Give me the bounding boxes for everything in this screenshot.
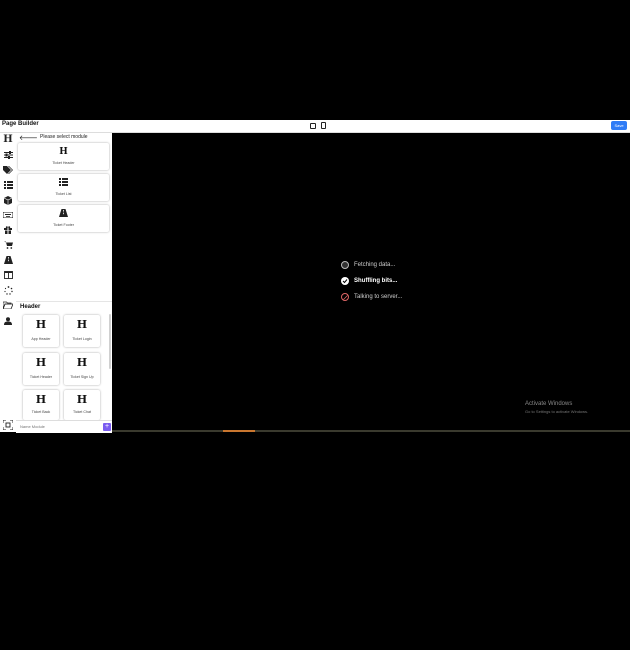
- header-card-label: Ticket Chat: [72, 410, 92, 414]
- header-card-ticket-login[interactable]: H Ticket Login: [64, 315, 100, 347]
- loading-step-fetching: Fetching data...: [341, 260, 395, 270]
- top-bar: Page Builder Save: [0, 120, 630, 133]
- header-h-icon: H: [35, 393, 47, 406]
- loading-step-talking: Talking to server...: [341, 292, 402, 302]
- pending-check-icon: [341, 261, 349, 269]
- loading-text: Fetching data...: [354, 262, 396, 268]
- module-card-ticket-list[interactable]: Ticket List: [18, 174, 109, 201]
- list-icon: [18, 178, 109, 189]
- header-h-icon: H: [76, 393, 88, 406]
- module-label: Ticket List: [55, 192, 72, 196]
- activate-windows-subtitle: Go to Settings to activate Windows.: [525, 409, 589, 414]
- spinner-icon[interactable]: [3, 285, 13, 295]
- name-module-bar: +: [16, 420, 112, 433]
- header-h-icon: H: [76, 356, 88, 369]
- module-panel: 🡐 Please select module H Ticket Header T…: [16, 133, 112, 433]
- cube-icon[interactable]: [3, 195, 13, 205]
- qr-scan-icon[interactable]: [2, 419, 14, 431]
- sliders-icon[interactable]: [3, 150, 13, 160]
- header-card-ticket-header[interactable]: H Ticket Header: [23, 353, 59, 385]
- loading-text: Talking to server...: [354, 294, 403, 300]
- section-header: Header: [16, 301, 112, 312]
- user-icon[interactable]: [3, 316, 13, 326]
- keyboard-icon[interactable]: [3, 210, 13, 220]
- cart-icon[interactable]: [3, 240, 13, 250]
- loading-step-shuffling: Shuffling bits...: [341, 276, 397, 286]
- tablet-icon[interactable]: [310, 123, 316, 129]
- header-card-label: Ticket Header: [29, 375, 53, 379]
- error-circle-icon: [341, 293, 349, 301]
- gift-icon[interactable]: [3, 225, 13, 235]
- header-card-label: App Header: [31, 337, 51, 341]
- mobile-icon[interactable]: [321, 122, 326, 129]
- road-icon: [18, 209, 109, 220]
- header-h-icon: H: [35, 356, 47, 369]
- header-card-ticket-chat[interactable]: H Ticket Chat: [64, 390, 100, 420]
- app-title: Page Builder: [2, 121, 39, 127]
- page-builder-app: Page Builder Save H 🡐 Please select modu…: [0, 120, 630, 433]
- name-module-input[interactable]: [18, 422, 106, 431]
- module-label: Ticket Header: [52, 161, 75, 165]
- taskbar-strip: [112, 430, 630, 432]
- header-card-ticket-back[interactable]: H Ticket Back: [23, 390, 59, 420]
- header-h-icon: H: [35, 318, 47, 331]
- activate-windows-title: Activate Windows: [525, 401, 573, 407]
- loading-text: Shuffling bits...: [354, 278, 398, 284]
- preview-canvas: Fetching data... Shuffling bits... Talki…: [112, 133, 630, 431]
- header-card-label: Ticket Back: [31, 410, 51, 414]
- add-module-button[interactable]: +: [103, 423, 111, 431]
- header-h-icon: H: [59, 147, 68, 157]
- header-card-label: Ticket Login: [72, 337, 92, 341]
- check-circle-icon: [341, 277, 349, 285]
- module-label: Ticket Footer: [53, 223, 74, 227]
- header-h-icon[interactable]: H: [3, 135, 13, 145]
- header-h-icon: H: [76, 318, 88, 331]
- taskbar-active-item: [223, 430, 255, 432]
- list-icon[interactable]: [3, 180, 13, 190]
- header-card-ticket-sign-up[interactable]: H Ticket Sign Up: [64, 353, 100, 385]
- section-title: Header: [20, 304, 41, 310]
- module-card-ticket-header[interactable]: H Ticket Header: [18, 143, 109, 170]
- columns-icon[interactable]: [3, 270, 13, 280]
- tags-icon[interactable]: [3, 165, 13, 175]
- header-card-label: Ticket Sign Up: [70, 375, 94, 379]
- save-button[interactable]: Save: [611, 121, 627, 130]
- road-icon[interactable]: [3, 255, 13, 265]
- module-card-ticket-footer[interactable]: Ticket Footer: [18, 205, 109, 232]
- tool-sidebar: H: [0, 133, 17, 432]
- header-card-app-header[interactable]: H App Header: [23, 315, 59, 347]
- back-arrow-icon[interactable]: 🡐: [19, 133, 38, 142]
- scrollbar-thumb[interactable]: [109, 314, 111, 369]
- folder-open-icon[interactable]: [3, 300, 13, 310]
- panel-title: Please select module: [40, 134, 88, 140]
